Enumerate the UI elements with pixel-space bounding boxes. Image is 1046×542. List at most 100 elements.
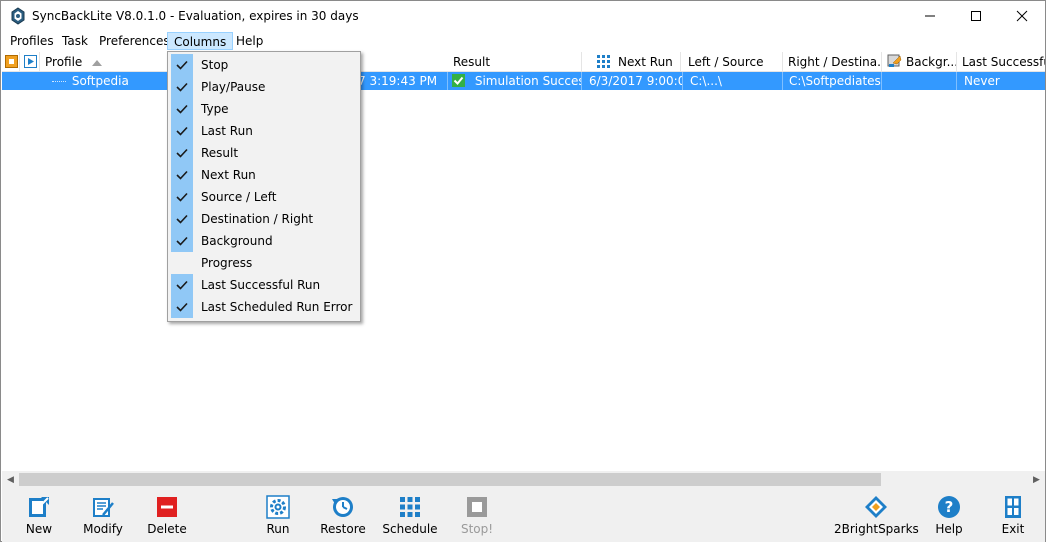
syncback-logo-icon: [11, 7, 25, 25]
stop-icon: [467, 497, 487, 517]
menu-item-label: Last Scheduled Run Error: [201, 300, 353, 314]
col-play-pause[interactable]: [20, 52, 40, 72]
checkmark-icon: [171, 274, 193, 296]
restore-button[interactable]: Restore: [318, 493, 368, 541]
menu-item-label: Last Run: [201, 124, 253, 138]
help-question-icon: ?: [938, 496, 960, 518]
tree-connector: [52, 81, 66, 82]
menu-item-last-run[interactable]: Last Run: [170, 120, 358, 142]
menu-item-label: Stop: [201, 58, 229, 72]
last-run-cell: 7 3:19:43 PM: [356, 72, 448, 90]
checkmark-icon: [171, 186, 193, 208]
right-destination-cell: C:\Softpediatest\: [783, 72, 882, 90]
menu-item-background[interactable]: Background: [170, 230, 358, 252]
menu-item-source-left[interactable]: Source / Left: [170, 186, 358, 208]
exit-button[interactable]: Exit: [988, 493, 1038, 541]
menu-columns[interactable]: Columns: [167, 32, 234, 50]
schedule-icon: [400, 497, 420, 517]
menu-item-label: Next Run: [201, 168, 256, 182]
menu-item-label: Result: [201, 146, 239, 160]
checkmark-icon: [171, 120, 193, 142]
help-label: Help: [935, 522, 963, 536]
menu-item-destination-right[interactable]: Destination / Right: [170, 208, 358, 230]
checkmark-icon: [171, 142, 193, 164]
modify-button[interactable]: Modify: [78, 493, 128, 541]
scroll-left-icon[interactable]: ◀: [2, 471, 19, 488]
col-profile[interactable]: Profile: [40, 52, 168, 72]
col-stop[interactable]: [2, 52, 20, 72]
columns-dropdown-menu: Stop Play/Pause Type Last Run Result Nex…: [167, 51, 361, 322]
stop-button[interactable]: Stop!: [452, 493, 502, 541]
svg-text:?: ?: [945, 498, 954, 516]
col-result-label: Result: [453, 55, 491, 69]
menu-item-label: Destination / Right: [201, 212, 314, 226]
exit-label: Exit: [1001, 522, 1025, 536]
delete-button[interactable]: Delete: [142, 493, 192, 541]
2brightsparks-logo-icon: [865, 496, 887, 518]
brand-button[interactable]: 2BrightSparks: [834, 493, 919, 541]
profile-cell: Softpedia: [40, 72, 168, 90]
left-source-cell: C:\...\: [683, 72, 783, 90]
menu-profiles[interactable]: Profiles: [4, 32, 60, 50]
background-task-icon: [887, 54, 902, 67]
col-last-successful-label: Last Successful R: [962, 55, 1045, 69]
next-run-cell: 6/3/2017 9:00:0...: [582, 72, 683, 90]
run-gear-icon: [266, 495, 290, 519]
minimize-button[interactable]: [907, 1, 953, 31]
checkmark-icon: [171, 296, 193, 318]
stop-label: Stop!: [460, 522, 494, 536]
last-successful-cell: Never: [964, 74, 1000, 88]
result-text: Simulation Succes...: [474, 74, 581, 88]
run-label: Run: [266, 522, 290, 536]
run-button[interactable]: Run: [253, 493, 303, 541]
col-next-run[interactable]: Next Run: [582, 52, 681, 72]
menu-item-next-run[interactable]: Next Run: [170, 164, 358, 186]
menu-item-label: Background: [201, 234, 273, 248]
checkmark-icon: [171, 208, 193, 230]
menu-preferences[interactable]: Preferences: [93, 32, 176, 50]
col-background[interactable]: Backgr...: [882, 52, 957, 72]
menu-item-label: Type: [201, 102, 229, 116]
menu-task[interactable]: Task: [56, 32, 94, 50]
checkmark-icon: [171, 98, 193, 120]
col-right-destination[interactable]: Right / Destina...: [783, 52, 882, 72]
col-left-source-label: Left / Source: [688, 55, 764, 69]
menu-item-progress[interactable]: Progress: [170, 252, 358, 274]
close-icon: [1016, 10, 1028, 22]
restore-label: Restore: [320, 522, 366, 536]
delete-label: Delete: [147, 522, 187, 536]
col-left-source[interactable]: Left / Source: [683, 52, 783, 72]
col-result[interactable]: Result: [448, 52, 582, 72]
scrollbar-thumb[interactable]: [19, 473, 881, 486]
menu-item-play-pause[interactable]: Play/Pause: [170, 76, 358, 98]
background-cell: [882, 72, 957, 90]
new-button[interactable]: New: [14, 493, 64, 541]
menu-bar: Profiles Task Preferences Columns Help: [1, 31, 1045, 51]
menu-item-result[interactable]: Result: [170, 142, 358, 164]
menu-item-label: Progress: [201, 256, 253, 270]
menu-item-type[interactable]: Type: [170, 98, 358, 120]
col-right-destination-label: Right / Destina...: [788, 55, 882, 69]
menu-item-stop[interactable]: Stop: [170, 54, 358, 76]
brand-label: 2BrightSparks: [834, 522, 919, 536]
maximize-icon: [971, 11, 981, 21]
col-last-successful[interactable]: Last Successful R: [957, 52, 1045, 72]
minimize-icon: [925, 15, 935, 17]
horizontal-scrollbar[interactable]: ◀ ▶: [2, 471, 1045, 488]
restore-clock-icon: [332, 497, 353, 517]
result-cell: Simulation Succes...: [448, 72, 582, 90]
schedule-button[interactable]: Schedule: [382, 493, 438, 541]
checkmark-icon: [171, 76, 193, 98]
menu-item-last-successful-run[interactable]: Last Successful Run: [170, 274, 358, 296]
col-background-label: Backgr...: [906, 55, 957, 69]
maximize-button[interactable]: [953, 1, 999, 31]
menu-item-last-scheduled-run-error[interactable]: Last Scheduled Run Error: [170, 296, 358, 318]
help-button[interactable]: ? Help: [924, 493, 974, 541]
scroll-right-icon[interactable]: ▶: [1028, 471, 1045, 488]
grid-header: Profile Result Next Run Left / Source Ri…: [2, 52, 1045, 72]
close-button[interactable]: [999, 1, 1045, 31]
table-row[interactable]: Softpedia 7 3:19:43 PM Simulation Succes…: [2, 72, 1045, 90]
sort-ascending-icon: [92, 59, 103, 66]
menu-help[interactable]: Help: [230, 32, 269, 50]
success-check-icon: [452, 74, 465, 87]
